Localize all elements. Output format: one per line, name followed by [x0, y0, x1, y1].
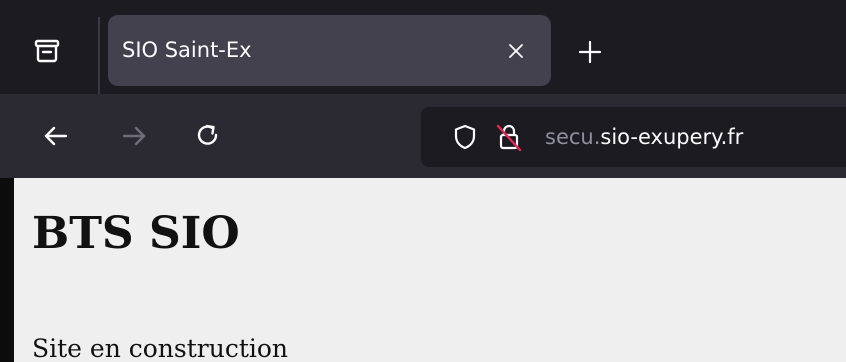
reload-icon — [197, 124, 218, 145]
tab-list-icon — [34, 39, 60, 63]
tab-strip: SIO Saint-Ex — [0, 0, 846, 95]
arrow-left-icon — [44, 126, 68, 146]
new-tab-button[interactable] — [570, 32, 610, 72]
close-icon — [509, 44, 523, 58]
tab-title: SIO Saint-Ex — [122, 38, 252, 62]
back-button[interactable] — [36, 116, 76, 156]
viewport-edge — [0, 178, 14, 362]
address-bar[interactable]: secu.sio-exupery.fr — [421, 107, 846, 167]
url-text[interactable]: secu.sio-exupery.fr — [545, 107, 743, 167]
tab-list-button[interactable] — [26, 30, 68, 72]
reload-button[interactable] — [188, 116, 228, 156]
tab-divider — [98, 17, 100, 95]
page-content: BTS SIO Site en construction — [14, 178, 846, 362]
close-tab-button[interactable] — [500, 35, 532, 67]
shield-icon — [454, 124, 476, 150]
url-domain: sio-exupery.fr — [600, 125, 744, 149]
forward-button[interactable] — [114, 116, 154, 156]
arrow-right-icon — [122, 126, 146, 146]
site-information-button[interactable] — [493, 121, 525, 153]
url-subdomain: secu. — [545, 125, 601, 149]
page-heading: BTS SIO — [32, 208, 240, 259]
browser-window: SIO Saint-Ex secu.sio-exupery.fr BTS SIO… — [0, 0, 846, 362]
tracking-protection-button[interactable] — [449, 121, 481, 153]
tab-sio-saint-ex[interactable]: SIO Saint-Ex — [108, 15, 551, 86]
page-body-text: Site en construction — [32, 334, 289, 362]
plus-icon — [578, 40, 602, 64]
lock-insecure-icon — [496, 124, 522, 152]
navigation-toolbar: secu.sio-exupery.fr — [0, 94, 846, 178]
